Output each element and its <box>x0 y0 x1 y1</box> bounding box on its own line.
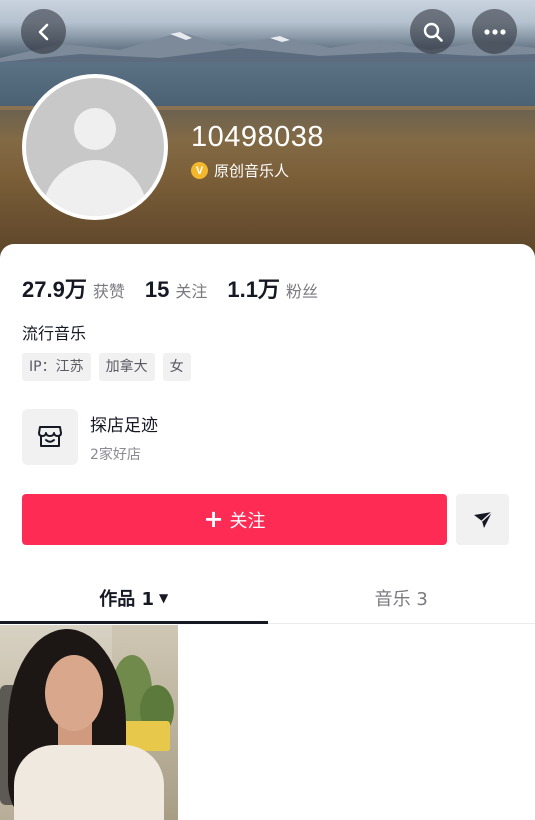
tags-row: IP：江苏 加拿大 女 <box>22 353 191 381</box>
share-button[interactable] <box>456 494 509 545</box>
share-icon <box>473 510 492 528</box>
stat-label: 粉丝 <box>285 282 318 301</box>
search-button[interactable] <box>410 9 455 54</box>
shop-subtitle: 2家好店 <box>90 446 141 463</box>
follow-label: 关注 <box>229 510 266 532</box>
shop-title: 探店足迹 <box>90 415 158 436</box>
shop-icon <box>38 426 62 447</box>
search-icon <box>423 22 443 42</box>
avatar[interactable] <box>22 74 168 220</box>
more-icon <box>483 28 506 35</box>
tab-music[interactable]: 音乐 3 <box>268 572 535 623</box>
tag-location: 加拿大 <box>98 353 155 381</box>
stat-label: 关注 <box>175 282 208 301</box>
back-arrow-icon <box>38 23 48 40</box>
caret-down-icon: ▼ <box>159 590 169 605</box>
stat-following[interactable]: 15 关注 <box>145 277 208 303</box>
shop-icon-box <box>22 409 78 465</box>
avatar-placeholder-icon <box>26 78 164 216</box>
back-button[interactable] <box>21 9 66 54</box>
stat-likes: 27.9万 获赞 <box>22 272 125 304</box>
stat-value: 27.9万 <box>22 277 87 302</box>
stats-row: 27.9万 获赞 15 关注 1.1万 粉丝 <box>22 272 338 304</box>
tag-gender: 女 <box>162 353 191 381</box>
mountain-scenery <box>0 32 535 66</box>
tab-label: 作品 1 <box>99 588 155 610</box>
stat-value: 15 <box>144 277 170 302</box>
verified-text: 原创音乐人 <box>214 162 290 180</box>
video-thumbnail[interactable] <box>0 625 178 820</box>
tag-ip: IP：江苏 <box>22 353 91 381</box>
plus-icon: + <box>203 504 224 533</box>
shop-visits-entry[interactable]: 探店足迹 2家好店 <box>22 409 158 465</box>
bio-text: 流行音乐 <box>22 324 87 343</box>
content-tabs: 作品 1 ▼ 音乐 3 <box>0 572 535 624</box>
username: 10498038 <box>191 121 325 153</box>
more-button[interactable] <box>472 9 517 54</box>
tab-works[interactable]: 作品 1 ▼ <box>0 572 268 624</box>
verified-label: V 原创音乐人 <box>191 160 289 181</box>
tab-label: 音乐 3 <box>374 588 428 610</box>
follow-button[interactable]: + 关注 <box>22 494 447 545</box>
verified-badge-icon: V <box>191 162 208 179</box>
stat-followers[interactable]: 1.1万 粉丝 <box>227 272 318 304</box>
stat-value: 1.1万 <box>227 277 280 302</box>
stat-label: 获赞 <box>92 282 125 301</box>
